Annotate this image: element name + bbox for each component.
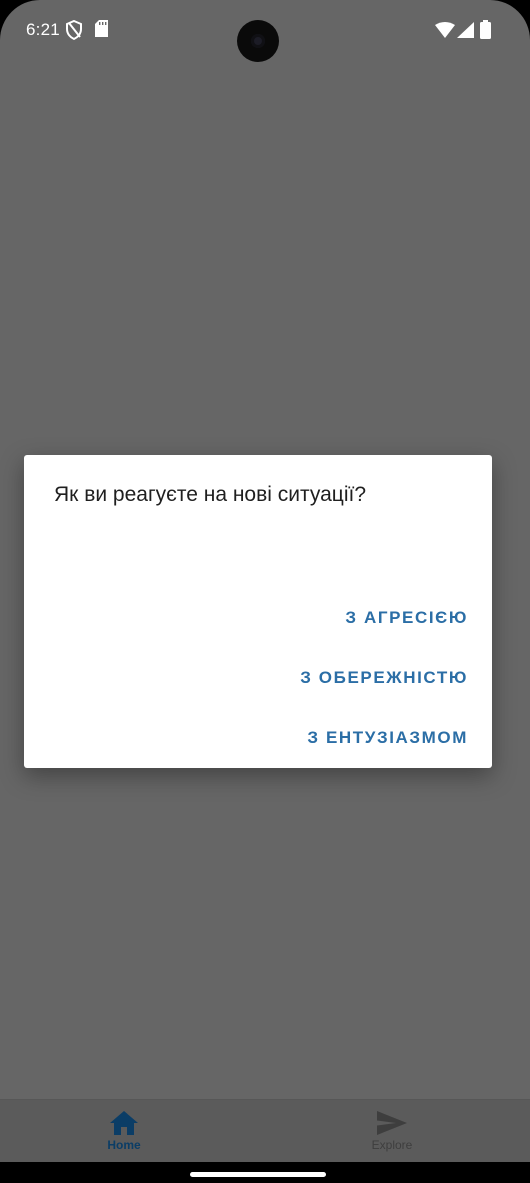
dialog-title: Як ви реагуєте на нові ситуації? <box>54 483 366 506</box>
option-enthusiasm-button[interactable]: З ЕНТУЗІАЗМОМ <box>307 722 468 754</box>
wifi-icon <box>435 22 455 38</box>
phone-frame: 6:21 Як ви реагуєте на нові ситуації? З … <box>0 0 530 1183</box>
nav-label-explore: Explore <box>371 1138 413 1152</box>
cell-signal-icon <box>457 22 474 38</box>
question-dialog: Як ви реагуєте на нові ситуації? З АГРЕС… <box>24 455 492 768</box>
camera-cutout <box>237 20 279 62</box>
home-icon <box>110 1111 138 1135</box>
camera-lens <box>251 34 265 48</box>
send-icon <box>377 1111 407 1135</box>
gesture-home-indicator[interactable] <box>190 1172 326 1177</box>
nav-item-explore[interactable]: Explore <box>322 1100 462 1162</box>
nav-label-home: Home <box>107 1138 141 1152</box>
bottom-navigation: Home Explore <box>0 1099 530 1162</box>
app-screen: 6:21 Як ви реагуєте на нові ситуації? З … <box>0 0 530 1162</box>
nav-item-home[interactable]: Home <box>54 1100 194 1162</box>
option-aggression-button[interactable]: З АГРЕСІЄЮ <box>345 602 468 634</box>
option-caution-button[interactable]: З ОБЕРЕЖНІСТЮ <box>300 662 468 694</box>
status-time: 6:21 <box>26 20 60 39</box>
battery-icon <box>480 20 491 39</box>
vpn-shield-icon <box>66 20 82 40</box>
sd-card-icon <box>95 20 108 37</box>
